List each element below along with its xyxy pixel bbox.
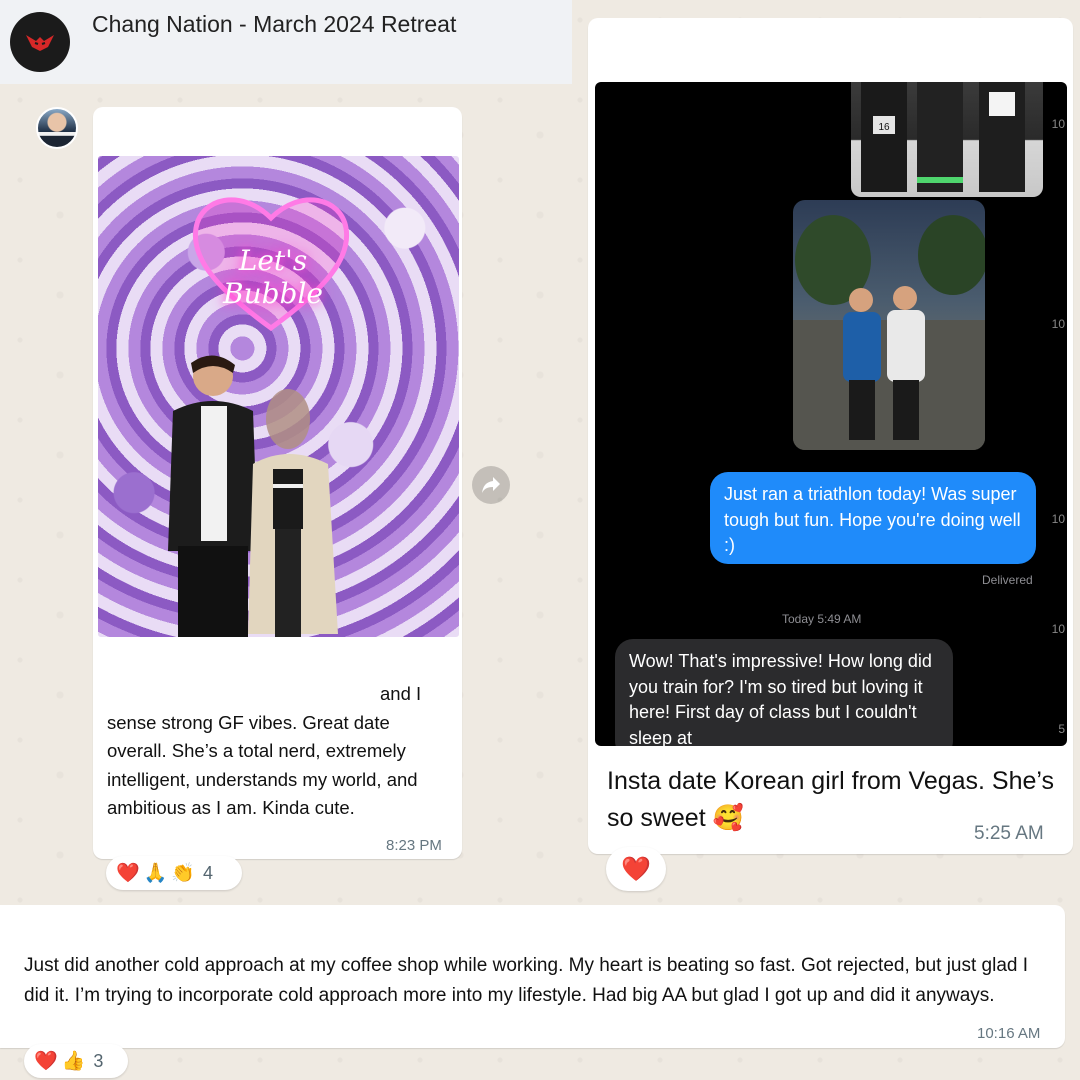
redacted-text: [107, 652, 372, 674]
triathletes-figure: 16: [861, 82, 1025, 192]
group-avatar[interactable]: [10, 12, 70, 72]
side-tick: 10: [1051, 622, 1065, 636]
two-runners-figure: [793, 215, 985, 450]
delivered-status: Delivered: [982, 573, 1033, 587]
message-text-bottom: Just did another cold approach at my cof…: [24, 955, 1029, 1006]
person-woman-blurred: [248, 389, 338, 637]
imessage-sent-bubble: Just ran a triathlon today! Was super to…: [710, 472, 1036, 564]
forward-icon: [482, 477, 500, 493]
sender-avatar[interactable]: [36, 107, 78, 149]
imessage-timestamp: Today 5:49 AM: [782, 612, 862, 626]
message-text-left: and I sense strong GF vibes. Great date …: [107, 680, 452, 823]
triathlon-photo-group: 16: [851, 82, 1043, 197]
side-tick: 10: [1051, 317, 1065, 331]
reaction-thumbs-up: 👍: [61, 1051, 86, 1072]
reaction-pray: 🙏: [143, 863, 168, 884]
reaction-heart: ❤️: [116, 863, 140, 884]
reactions-left[interactable]: ❤️ 🙏 👏 4: [106, 856, 242, 890]
group-logo-icon: [26, 35, 54, 51]
reaction-clap: 👏: [171, 863, 196, 884]
side-tick: 5: [1058, 722, 1065, 736]
reaction-heart: ❤️: [34, 1051, 58, 1072]
reactions-right[interactable]: ❤️: [606, 847, 666, 891]
message-text-left-body: sense strong GF vibes. Great date overal…: [107, 711, 418, 819]
imessage-screenshot[interactable]: 16 10 10 10 10 5 Just ran a triathlon to…: [595, 82, 1067, 746]
forward-button[interactable]: [472, 466, 510, 504]
side-tick: 10: [1051, 117, 1065, 131]
chat-header: Chang Nation - March 2024 Retreat: [0, 0, 572, 84]
message-time-bottom: 10:16 AM: [977, 1025, 1041, 1042]
neon-sign-text: Let's Bubble: [223, 244, 323, 310]
imessage-received-bubble: Wow! That's impressive! How long did you…: [615, 639, 953, 746]
group-title[interactable]: Chang Nation - March 2024 Retreat: [92, 11, 456, 38]
triathlon-photo-duo: [793, 200, 985, 450]
side-tick: 10: [1051, 512, 1065, 526]
message-time-left: 8:23 PM: [386, 837, 442, 854]
date-photo[interactable]: Let's Bubble: [98, 156, 459, 637]
message-time-right: 5:25 AM: [974, 823, 1044, 844]
message-text-left-first-line: and I: [380, 683, 422, 704]
reaction-count: 3: [93, 1050, 104, 1071]
reaction-heart: ❤️: [621, 855, 651, 883]
reactions-bottom[interactable]: ❤️ 👍 3: [24, 1044, 128, 1078]
bib-number: 16: [878, 122, 890, 133]
reaction-count: 4: [203, 862, 214, 883]
